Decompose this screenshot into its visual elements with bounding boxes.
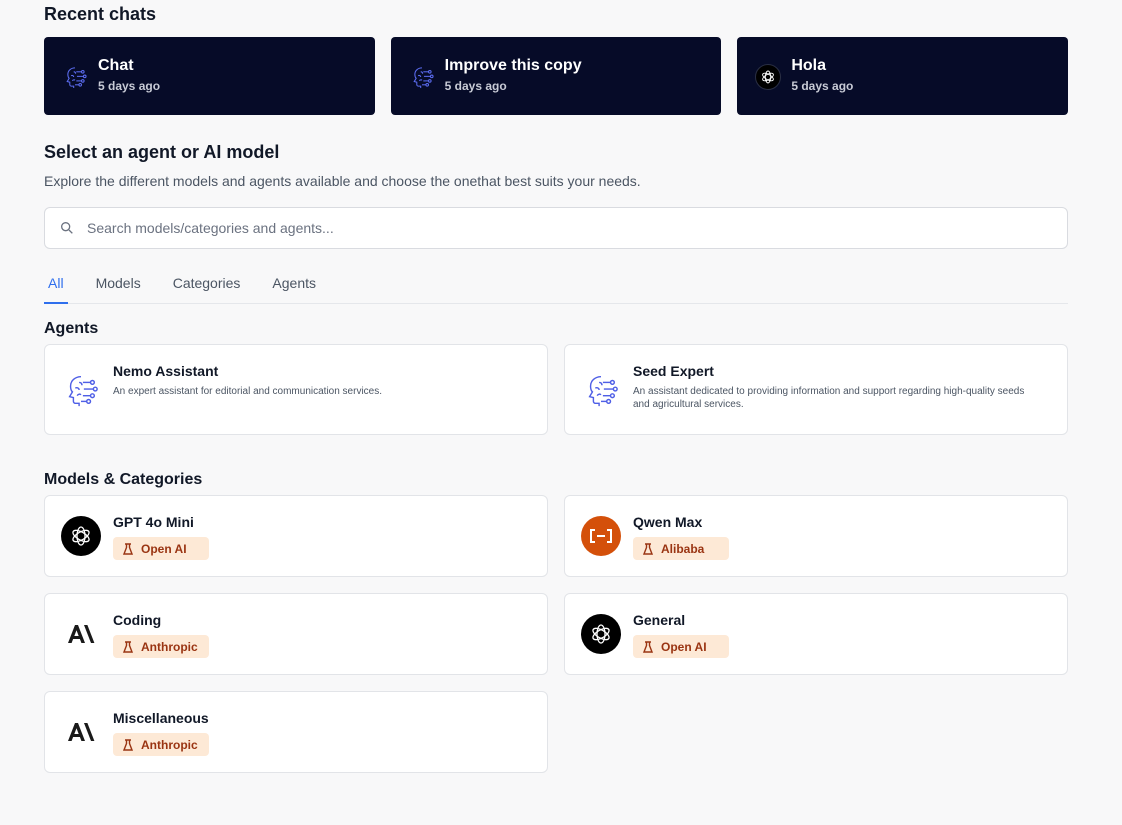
provider-badge: Open AI [633, 635, 729, 658]
tab-categories[interactable]: Categories [169, 268, 245, 304]
model-name: Qwen Max [633, 514, 703, 530]
search-box [44, 207, 1068, 249]
flask-icon [123, 738, 133, 751]
provider-badge: Anthropic [113, 635, 209, 658]
flask-icon [123, 542, 133, 555]
provider-badge: Open AI [113, 537, 209, 560]
flask-icon [123, 640, 133, 653]
model-name: Miscellaneous [113, 710, 209, 726]
provider-name: Anthropic [141, 639, 198, 654]
recent-chat-name: Hola [791, 56, 827, 74]
provider-name: Open AI [661, 639, 707, 654]
search-icon [59, 220, 75, 236]
recent-chats-list: Chat 5 days ago Improve this copy 5 days… [44, 37, 1069, 115]
agent-name: Seed Expert [633, 363, 714, 379]
filter-tabs: All Models Categories Agents [44, 268, 1068, 304]
recent-chat-time: 5 days ago [444, 78, 507, 93]
flask-icon [643, 640, 653, 653]
recent-chat-card-hola[interactable]: Hola 5 days ago [737, 37, 1069, 115]
model-name: Coding [113, 612, 162, 628]
models-section-title: Models & Categories [44, 471, 203, 488]
openai-logo-icon [61, 516, 101, 556]
alibaba-logo-icon [581, 516, 621, 556]
tab-models[interactable]: Models [92, 268, 145, 304]
recent-chat-time: 5 days ago [98, 78, 161, 93]
openai-logo-icon [755, 64, 782, 90]
agent-card-seed[interactable]: Seed Expert An assistant dedicated to pr… [564, 344, 1068, 435]
search-input[interactable] [87, 220, 987, 236]
provider-name: Open AI [141, 541, 187, 556]
agent-brain-icon [409, 64, 435, 90]
recent-chat-card-improve[interactable]: Improve this copy 5 days ago [390, 37, 722, 115]
model-card-general[interactable]: General Open AI [564, 593, 1068, 675]
provider-badge: Alibaba [633, 537, 729, 560]
anthropic-logo-icon [61, 712, 101, 752]
agent-brain-icon [61, 370, 101, 410]
agent-card-nemo[interactable]: Nemo Assistant An expert assistant for e… [44, 344, 548, 435]
recent-chat-name: Chat [98, 56, 134, 74]
recent-chat-name: Improve this copy [444, 56, 582, 74]
agent-brain-icon [581, 370, 621, 410]
provider-name: Alibaba [661, 541, 705, 556]
tab-agents[interactable]: Agents [268, 268, 320, 304]
agent-brain-icon [62, 64, 88, 90]
recent-chats-title: Recent chats [44, 4, 157, 24]
flask-icon [643, 542, 653, 555]
recent-chat-time: 5 days ago [791, 78, 854, 93]
model-name: GPT 4o Mini [113, 514, 194, 530]
agent-name: Nemo Assistant [113, 363, 219, 379]
provider-badge: Anthropic [113, 733, 209, 756]
model-name: General [633, 612, 686, 628]
agents-section-title: Agents [44, 320, 99, 337]
tab-all[interactable]: All [44, 268, 68, 304]
openai-logo-icon [581, 614, 621, 654]
agent-description: An assistant dedicated to providing info… [633, 386, 1025, 410]
model-card-gpt-4o-mini[interactable]: GPT 4o Mini Open AI [44, 495, 548, 577]
model-card-qwen-max[interactable]: Qwen Max Alibaba [564, 495, 1068, 577]
model-card-coding[interactable]: Coding Anthropic [44, 593, 548, 675]
provider-name: Anthropic [141, 737, 198, 752]
model-card-miscellaneous[interactable]: Miscellaneous Anthropic [44, 691, 548, 773]
anthropic-logo-icon [61, 614, 101, 654]
select-title: Select an agent or AI model [44, 142, 280, 162]
recent-chat-card-chat[interactable]: Chat 5 days ago [44, 37, 375, 115]
select-subtitle: Explore the different models and agents … [44, 173, 641, 189]
agent-description: An expert assistant for editorial and co… [113, 386, 383, 397]
